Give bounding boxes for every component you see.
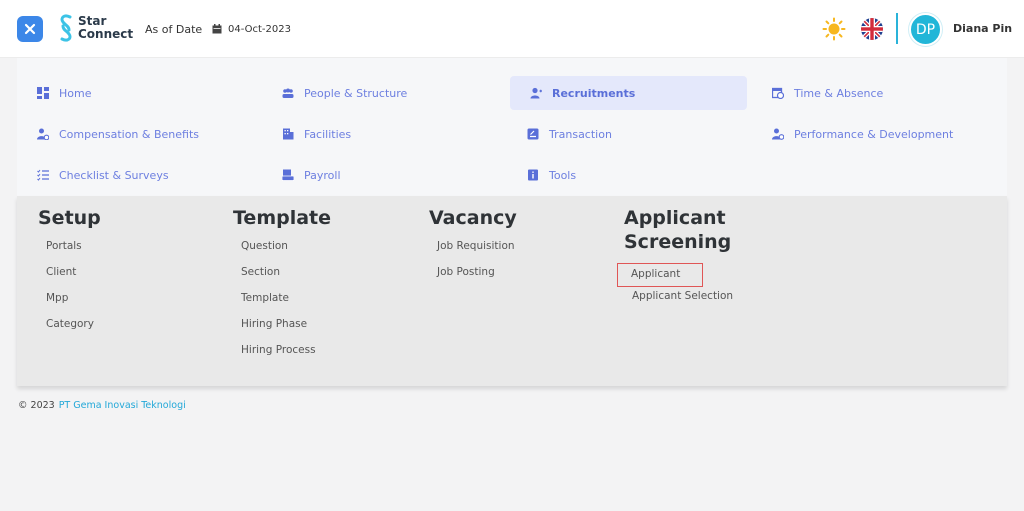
submenu-link-applicant[interactable]: Applicant	[617, 263, 704, 287]
submenu-link-job-posting[interactable]: Job Posting	[429, 265, 517, 291]
menu-item-label: People & Structure	[304, 86, 408, 100]
menu-item-checklist-surveys[interactable]: Checklist & Surveys	[17, 158, 255, 192]
submenu-link-question[interactable]: Question	[233, 239, 331, 265]
top-header: Star Connect As of Date 04-Oct-2023 DP D…	[0, 0, 1024, 58]
people-icon	[282, 88, 294, 98]
as-of-date-label: As of Date	[145, 23, 203, 36]
submenu-heading-applicant-screening: Applicant Screening	[624, 206, 733, 254]
recruit-icon	[530, 87, 542, 99]
payroll-icon	[282, 169, 294, 181]
menu-item-label: Transaction	[549, 127, 612, 141]
menu-item-people-structure[interactable]: People & Structure	[262, 76, 500, 110]
menu-item-facilities[interactable]: Facilities	[262, 117, 500, 151]
submenu-heading-setup: Setup	[38, 207, 101, 229]
menu-item-compensation-benefits[interactable]: Compensation & Benefits	[17, 117, 255, 151]
menu-item-label: Home	[59, 86, 92, 100]
transaction-icon	[527, 128, 539, 140]
submenu-heading-template: Template	[233, 207, 332, 229]
menu-item-label: Payroll	[304, 168, 341, 182]
menu-item-recruitments[interactable]: Recruitments	[510, 76, 747, 110]
submenu-column-template: Template Question Section Template Hirin…	[233, 206, 331, 369]
menu-item-label: Compensation & Benefits	[59, 127, 199, 141]
submenu-link-applicant-selection[interactable]: Applicant Selection	[624, 289, 733, 315]
menu-item-home[interactable]: Home	[17, 76, 255, 110]
menu-item-tools[interactable]: Tools	[507, 158, 745, 192]
as-of-date-value[interactable]: 04-Oct-2023	[228, 24, 291, 35]
menu-item-label: Tools	[549, 168, 577, 182]
submenu-link-portals[interactable]: Portals	[38, 239, 101, 265]
menu-item-performance-development[interactable]: Performance & Development	[752, 117, 1002, 151]
menu-item-label: Checklist & Surveys	[59, 168, 169, 182]
heading-line1: Applicant	[624, 207, 726, 229]
submenu-link-client[interactable]: Client	[38, 265, 101, 291]
menu-item-transaction[interactable]: Transaction	[507, 117, 745, 151]
page-footer: © 2023 PT Gema Inovasi Teknologi	[18, 400, 186, 411]
main-menu-panel: Home People & Structure Recruitments Tim…	[17, 58, 1007, 196]
menu-item-label: Recruitments	[552, 86, 636, 100]
performance-icon	[772, 128, 784, 140]
submenu-link-hiring-process[interactable]: Hiring Process	[233, 343, 331, 369]
menu-item-time-absence[interactable]: Time & Absence	[752, 76, 990, 110]
submenu-column-applicant-screening: Applicant Screening Applicant Applicant …	[617, 206, 733, 315]
app-logo[interactable]: Star Connect	[58, 12, 133, 44]
close-icon	[24, 23, 36, 35]
logo-text: Star Connect	[78, 15, 133, 41]
checklist-icon	[37, 169, 49, 181]
compensation-icon	[37, 128, 49, 140]
user-name[interactable]: Diana Pin	[953, 22, 1012, 35]
menu-item-label: Performance & Development	[794, 127, 954, 141]
submenu-link-section[interactable]: Section	[233, 265, 331, 291]
submenu-column-setup: Setup Portals Client Mpp Category	[38, 206, 101, 343]
heading-line2: Screening	[624, 231, 732, 253]
uk-flag-language-icon[interactable]	[861, 18, 883, 40]
header-divider	[896, 13, 898, 44]
submenu-link-hiring-phase[interactable]: Hiring Phase	[233, 317, 331, 343]
footer-company-link[interactable]: PT Gema Inovasi Teknologi	[59, 400, 186, 411]
theme-toggle-sun-icon[interactable]	[822, 17, 846, 41]
close-menu-button[interactable]	[17, 16, 43, 42]
submenu-link-category[interactable]: Category	[38, 317, 101, 343]
user-avatar[interactable]: DP	[909, 13, 942, 46]
calendar-clock-icon	[772, 87, 784, 99]
submenu-link-mpp[interactable]: Mpp	[38, 291, 101, 317]
logo-line2: Connect	[78, 27, 134, 41]
submenu-heading-vacancy: Vacancy	[429, 207, 517, 229]
menu-item-label: Time & Absence	[794, 86, 884, 100]
submenu-column-vacancy: Vacancy Job Requisition Job Posting	[429, 206, 517, 291]
calendar-icon	[212, 24, 222, 34]
menu-item-payroll[interactable]: Payroll	[262, 158, 500, 192]
recruitments-submenu: Setup Portals Client Mpp Category Templa…	[17, 196, 1007, 386]
submenu-link-template[interactable]: Template	[233, 291, 331, 317]
tools-icon	[528, 169, 538, 181]
logo-icon	[60, 14, 72, 42]
menu-item-label: Facilities	[304, 127, 352, 141]
dashboard-icon	[37, 87, 49, 99]
building-icon	[283, 128, 294, 140]
submenu-link-job-requisition[interactable]: Job Requisition	[429, 239, 517, 265]
footer-copyright: © 2023	[18, 400, 55, 411]
